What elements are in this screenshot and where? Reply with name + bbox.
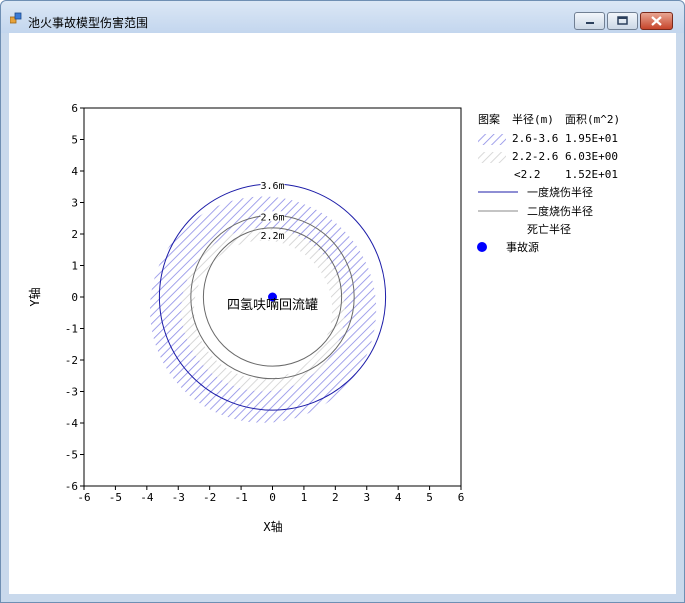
x-tick-label: 4	[395, 491, 402, 504]
legend-swatch-blue-hatch	[478, 134, 506, 145]
title-bar[interactable]: 池火事故模型伤害范围	[1, 1, 684, 33]
x-tick-label: -5	[109, 491, 122, 504]
y-tick-label: -5	[65, 449, 78, 462]
close-button[interactable]	[640, 12, 673, 30]
radius-label-2: 2.2m	[260, 231, 284, 242]
legend-header-radius: 半径(m)	[512, 112, 554, 126]
y-tick-label: -4	[65, 417, 79, 430]
y-tick-label: -6	[65, 480, 78, 493]
x-tick-label: 6	[458, 491, 465, 504]
minimize-icon	[586, 22, 594, 24]
app-icon	[10, 12, 22, 24]
x-tick-label: 3	[363, 491, 370, 504]
chart: -6 -5 -4 -3 -2 -1 0 1 2 3 4 5 6 -6 -5 -4 -3 -2 -1 0 1 2 3 4 5 6 3…	[27, 102, 620, 534]
legend-header-pattern: 图案	[478, 112, 500, 126]
legend-area-0: 1.95E+01	[565, 132, 618, 145]
y-tick-label: 6	[71, 102, 78, 115]
y-tick-label: -1	[65, 323, 78, 336]
legend-label-death: 死亡半径	[527, 222, 571, 236]
radius-label-0: 3.6m	[260, 181, 284, 192]
x-tick-label: 1	[301, 491, 308, 504]
y-tick-label: 1	[71, 260, 78, 273]
x-tick-label: 0	[269, 491, 276, 504]
x-tick-label: -2	[203, 491, 216, 504]
x-tick-label: 5	[426, 491, 433, 504]
y-tick-label: 0	[71, 291, 78, 304]
app-window: 池火事故模型伤害范围 -6 -5 -4 -3 -2 -1 0 1 2 3 4 5 6 -6 -5 -4 -3 -2…	[0, 0, 685, 603]
legend-swatch-gray-hatch	[478, 152, 506, 163]
x-tick-label: -4	[140, 491, 154, 504]
x-tick-label: -1	[234, 491, 247, 504]
y-tick-label: 3	[71, 197, 78, 210]
maximize-icon	[617, 16, 628, 25]
radius-label-1: 2.6m	[260, 212, 284, 223]
x-tick-label: -3	[172, 491, 185, 504]
legend-range-2: <2.2	[514, 168, 541, 181]
minimize-button[interactable]	[574, 12, 605, 30]
y-tick-label: 4	[71, 165, 78, 178]
y-axis-label: Y轴	[27, 287, 42, 306]
chart-panel: -6 -5 -4 -3 -2 -1 0 1 2 3 4 5 6 -6 -5 -4 -3 -2 -1 0 1 2 3 4 5 6 3…	[9, 33, 676, 594]
x-tick-label: 2	[332, 491, 339, 504]
legend-area-2: 1.52E+01	[565, 168, 618, 181]
legend-range-0: 2.6-3.6	[512, 132, 558, 145]
window-title: 池火事故模型伤害范围	[28, 16, 149, 30]
x-tick-label: -6	[77, 491, 90, 504]
x-axis-label: X轴	[263, 519, 282, 534]
y-tick-label: -3	[65, 386, 78, 399]
legend-label-source: 事故源	[506, 240, 539, 254]
y-tick-label: 5	[71, 134, 78, 147]
source-label: 四氢呋喃回流罐	[227, 298, 318, 313]
legend-label-first-degree: 一度烧伤半径	[527, 185, 593, 199]
y-tick-label: -2	[65, 354, 78, 367]
legend-range-1: 2.2-2.6	[512, 150, 558, 163]
legend-area-1: 6.03E+00	[565, 150, 618, 163]
legend-header-area: 面积(m^2)	[565, 113, 620, 126]
legend-source-marker	[477, 242, 487, 252]
close-icon	[651, 16, 662, 26]
maximize-button[interactable]	[607, 12, 638, 30]
legend-label-second-degree: 二度烧伤半径	[527, 204, 593, 218]
legend: 图案 半径(m) 面积(m^2) 2.6-3.6 1.95E+01 2.2-2.…	[477, 112, 620, 254]
y-tick-label: 2	[71, 228, 78, 241]
